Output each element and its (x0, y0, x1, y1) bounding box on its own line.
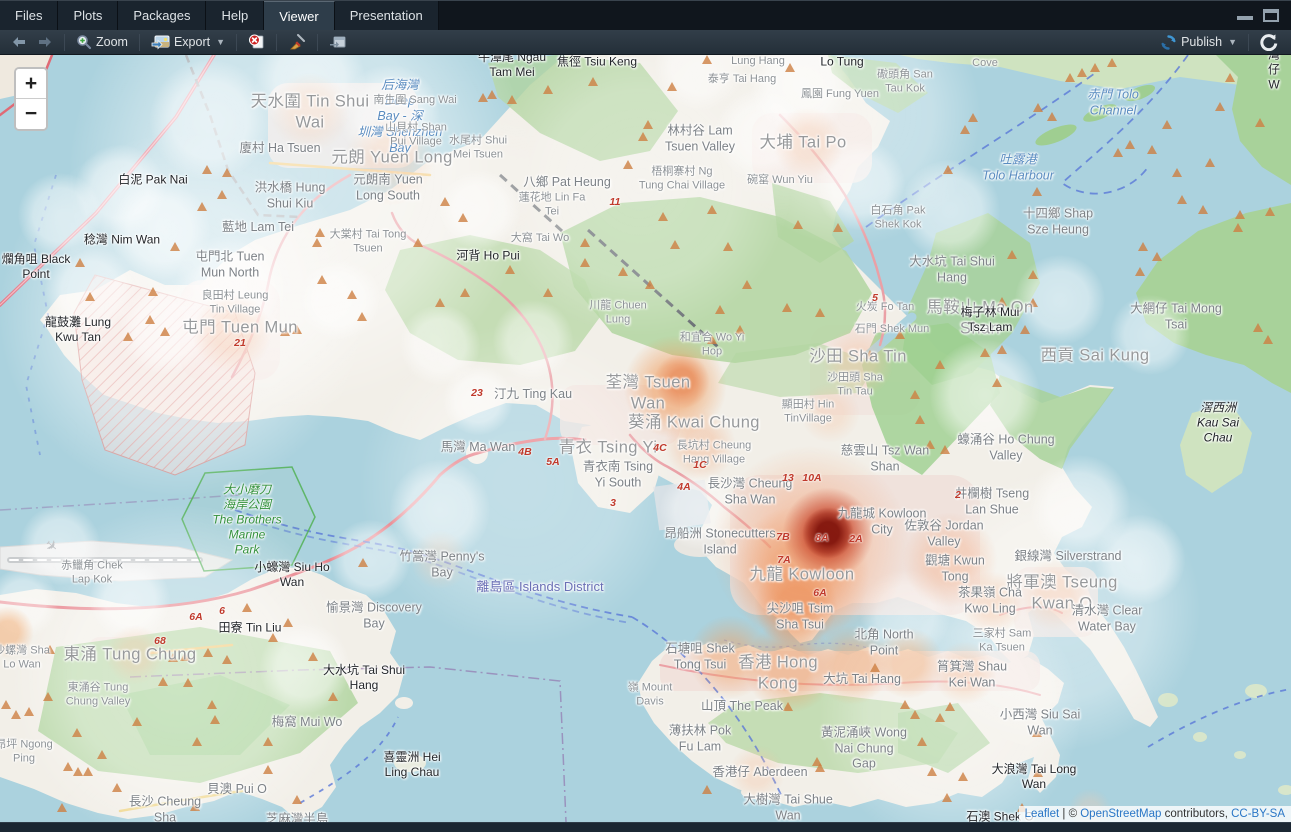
publish-icon (1160, 34, 1177, 51)
license-link[interactable]: CC-BY-SA (1231, 808, 1285, 820)
zoom-label: Zoom (96, 35, 128, 49)
openstreetmap-link[interactable]: OpenStreetMap (1080, 808, 1161, 820)
map-zoom-control: + − (14, 67, 48, 131)
zoom-in-button[interactable]: + (16, 69, 46, 99)
leaflet-map[interactable]: ✈ 后海灣 Deep Bay - 深 圳灣 Shenzhen Bay南生圍 Sa… (0, 55, 1291, 822)
magnifier-zoom-icon (76, 34, 92, 50)
viewer-tabs: FilesPlotsPackagesHelpViewerPresentation (0, 1, 439, 30)
new-window-icon (329, 35, 346, 49)
publish-dropdown-caret: ▼ (1228, 37, 1237, 47)
publish-button[interactable]: Publish ▼ (1155, 32, 1242, 53)
window-bottom-edge (0, 822, 1291, 832)
attribution-text: contributors, (1161, 808, 1231, 820)
forward-arrow-icon (37, 36, 53, 48)
remove-viewer-item-button[interactable] (243, 32, 270, 52)
clear-all-button[interactable] (283, 32, 311, 52)
zoom-button[interactable]: Zoom (71, 32, 133, 52)
open-in-new-window-button[interactable] (324, 33, 351, 51)
tab-bar: FilesPlotsPackagesHelpViewerPresentation (0, 0, 1291, 30)
window-controls (1237, 1, 1291, 30)
leaflet-link[interactable]: Leaflet (1025, 808, 1060, 820)
tab-presentation[interactable]: Presentation (335, 1, 439, 30)
minimize-icon[interactable] (1237, 11, 1253, 20)
tab-files[interactable]: Files (0, 1, 58, 30)
zoom-out-button[interactable]: − (16, 99, 46, 129)
export-button[interactable]: Export ▼ (146, 33, 230, 52)
attribution-text: | © (1059, 808, 1080, 820)
back-button[interactable] (6, 34, 32, 50)
map-attribution: Leaflet | © OpenStreetMap contributors, … (1019, 806, 1291, 822)
tab-viewer[interactable]: Viewer (264, 1, 335, 30)
toolbar-separator (236, 34, 237, 51)
forward-button[interactable] (32, 34, 58, 50)
refresh-icon (1260, 33, 1278, 51)
base-map-svg: ✈ (0, 55, 1291, 822)
tab-plots[interactable]: Plots (58, 1, 118, 30)
tab-packages[interactable]: Packages (118, 1, 206, 30)
remove-x-icon (248, 34, 265, 50)
export-image-icon (151, 35, 170, 50)
toolbar-separator (64, 34, 65, 51)
marine-park-boundary (182, 467, 315, 571)
export-dropdown-caret: ▼ (216, 37, 225, 47)
export-label: Export (174, 35, 210, 49)
broom-icon (288, 34, 306, 50)
toolbar-separator (1248, 34, 1249, 51)
toolbar-separator (317, 34, 318, 51)
refresh-button[interactable] (1255, 31, 1283, 53)
back-arrow-icon (11, 36, 27, 48)
toolbar-separator (276, 34, 277, 51)
maximize-icon[interactable] (1263, 9, 1279, 22)
viewer-toolbar: Zoom Export ▼ (0, 30, 1291, 55)
toolbar-separator (139, 34, 140, 51)
tab-help[interactable]: Help (206, 1, 264, 30)
publish-label: Publish (1181, 35, 1222, 49)
